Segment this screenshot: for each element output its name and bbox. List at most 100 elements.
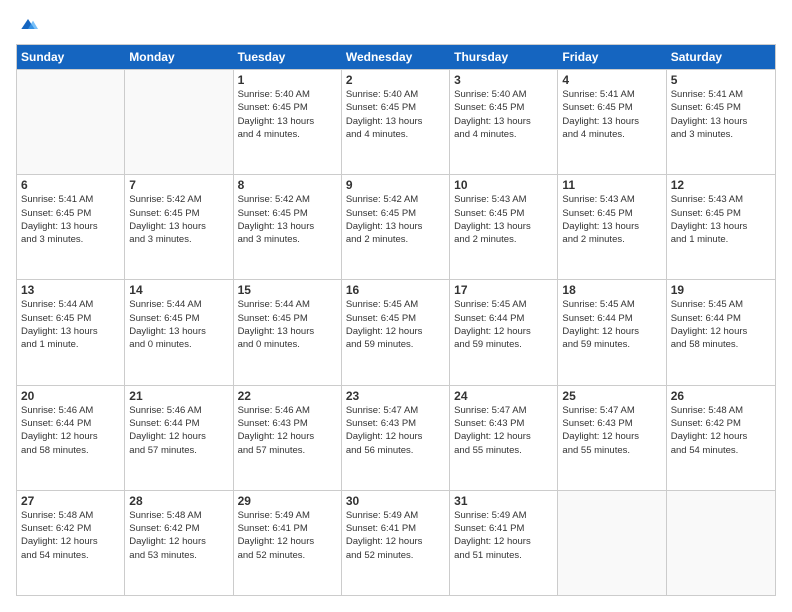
day-info: Sunrise: 5:44 AMSunset: 6:45 PMDaylight:… [21, 298, 120, 351]
day-number: 10 [454, 178, 553, 192]
calendar-cell: 16Sunrise: 5:45 AMSunset: 6:45 PMDayligh… [342, 280, 450, 384]
calendar-cell: 19Sunrise: 5:45 AMSunset: 6:44 PMDayligh… [667, 280, 775, 384]
weekday-header-sunday: Sunday [17, 45, 125, 69]
calendar-cell [558, 491, 666, 595]
page-header [16, 16, 776, 34]
calendar-cell: 5Sunrise: 5:41 AMSunset: 6:45 PMDaylight… [667, 70, 775, 174]
calendar-cell: 26Sunrise: 5:48 AMSunset: 6:42 PMDayligh… [667, 386, 775, 490]
day-number: 26 [671, 389, 771, 403]
calendar-cell: 21Sunrise: 5:46 AMSunset: 6:44 PMDayligh… [125, 386, 233, 490]
day-number: 29 [238, 494, 337, 508]
calendar-cell: 24Sunrise: 5:47 AMSunset: 6:43 PMDayligh… [450, 386, 558, 490]
day-info: Sunrise: 5:43 AMSunset: 6:45 PMDaylight:… [562, 193, 661, 246]
logo-icon [18, 14, 38, 34]
day-info: Sunrise: 5:45 AMSunset: 6:44 PMDaylight:… [562, 298, 661, 351]
calendar-row-5: 27Sunrise: 5:48 AMSunset: 6:42 PMDayligh… [17, 490, 775, 595]
day-number: 27 [21, 494, 120, 508]
calendar-cell: 7Sunrise: 5:42 AMSunset: 6:45 PMDaylight… [125, 175, 233, 279]
calendar-cell: 14Sunrise: 5:44 AMSunset: 6:45 PMDayligh… [125, 280, 233, 384]
day-number: 13 [21, 283, 120, 297]
day-info: Sunrise: 5:42 AMSunset: 6:45 PMDaylight:… [129, 193, 228, 246]
day-info: Sunrise: 5:43 AMSunset: 6:45 PMDaylight:… [454, 193, 553, 246]
day-number: 16 [346, 283, 445, 297]
day-info: Sunrise: 5:42 AMSunset: 6:45 PMDaylight:… [346, 193, 445, 246]
calendar-cell [667, 491, 775, 595]
calendar-cell [125, 70, 233, 174]
day-info: Sunrise: 5:41 AMSunset: 6:45 PMDaylight:… [562, 88, 661, 141]
calendar-cell [17, 70, 125, 174]
calendar-cell: 28Sunrise: 5:48 AMSunset: 6:42 PMDayligh… [125, 491, 233, 595]
calendar-cell: 17Sunrise: 5:45 AMSunset: 6:44 PMDayligh… [450, 280, 558, 384]
weekday-header-monday: Monday [125, 45, 233, 69]
calendar-row-1: 1Sunrise: 5:40 AMSunset: 6:45 PMDaylight… [17, 69, 775, 174]
day-info: Sunrise: 5:45 AMSunset: 6:45 PMDaylight:… [346, 298, 445, 351]
calendar-cell: 18Sunrise: 5:45 AMSunset: 6:44 PMDayligh… [558, 280, 666, 384]
calendar-cell: 9Sunrise: 5:42 AMSunset: 6:45 PMDaylight… [342, 175, 450, 279]
calendar-row-4: 20Sunrise: 5:46 AMSunset: 6:44 PMDayligh… [17, 385, 775, 490]
day-number: 8 [238, 178, 337, 192]
calendar-cell: 27Sunrise: 5:48 AMSunset: 6:42 PMDayligh… [17, 491, 125, 595]
day-info: Sunrise: 5:48 AMSunset: 6:42 PMDaylight:… [671, 404, 771, 457]
calendar-cell: 30Sunrise: 5:49 AMSunset: 6:41 PMDayligh… [342, 491, 450, 595]
day-info: Sunrise: 5:41 AMSunset: 6:45 PMDaylight:… [671, 88, 771, 141]
calendar-cell: 23Sunrise: 5:47 AMSunset: 6:43 PMDayligh… [342, 386, 450, 490]
day-number: 14 [129, 283, 228, 297]
calendar-cell: 20Sunrise: 5:46 AMSunset: 6:44 PMDayligh… [17, 386, 125, 490]
calendar-cell: 3Sunrise: 5:40 AMSunset: 6:45 PMDaylight… [450, 70, 558, 174]
calendar-cell: 12Sunrise: 5:43 AMSunset: 6:45 PMDayligh… [667, 175, 775, 279]
day-info: Sunrise: 5:45 AMSunset: 6:44 PMDaylight:… [454, 298, 553, 351]
calendar-cell: 2Sunrise: 5:40 AMSunset: 6:45 PMDaylight… [342, 70, 450, 174]
weekday-header-saturday: Saturday [667, 45, 775, 69]
day-number: 11 [562, 178, 661, 192]
day-info: Sunrise: 5:48 AMSunset: 6:42 PMDaylight:… [21, 509, 120, 562]
calendar-row-2: 6Sunrise: 5:41 AMSunset: 6:45 PMDaylight… [17, 174, 775, 279]
weekday-header-friday: Friday [558, 45, 666, 69]
day-info: Sunrise: 5:47 AMSunset: 6:43 PMDaylight:… [562, 404, 661, 457]
calendar-cell: 29Sunrise: 5:49 AMSunset: 6:41 PMDayligh… [234, 491, 342, 595]
day-number: 23 [346, 389, 445, 403]
day-number: 18 [562, 283, 661, 297]
day-number: 1 [238, 73, 337, 87]
calendar-cell: 31Sunrise: 5:49 AMSunset: 6:41 PMDayligh… [450, 491, 558, 595]
day-number: 7 [129, 178, 228, 192]
day-info: Sunrise: 5:44 AMSunset: 6:45 PMDaylight:… [129, 298, 228, 351]
day-number: 24 [454, 389, 553, 403]
day-info: Sunrise: 5:46 AMSunset: 6:43 PMDaylight:… [238, 404, 337, 457]
day-info: Sunrise: 5:49 AMSunset: 6:41 PMDaylight:… [346, 509, 445, 562]
day-info: Sunrise: 5:49 AMSunset: 6:41 PMDaylight:… [454, 509, 553, 562]
day-info: Sunrise: 5:46 AMSunset: 6:44 PMDaylight:… [129, 404, 228, 457]
day-number: 9 [346, 178, 445, 192]
day-number: 12 [671, 178, 771, 192]
day-number: 31 [454, 494, 553, 508]
calendar-cell: 4Sunrise: 5:41 AMSunset: 6:45 PMDaylight… [558, 70, 666, 174]
calendar: SundayMondayTuesdayWednesdayThursdayFrid… [16, 44, 776, 596]
day-info: Sunrise: 5:41 AMSunset: 6:45 PMDaylight:… [21, 193, 120, 246]
day-number: 17 [454, 283, 553, 297]
day-info: Sunrise: 5:40 AMSunset: 6:45 PMDaylight:… [238, 88, 337, 141]
day-number: 25 [562, 389, 661, 403]
day-info: Sunrise: 5:47 AMSunset: 6:43 PMDaylight:… [346, 404, 445, 457]
weekday-header-thursday: Thursday [450, 45, 558, 69]
calendar-cell: 1Sunrise: 5:40 AMSunset: 6:45 PMDaylight… [234, 70, 342, 174]
calendar-cell: 11Sunrise: 5:43 AMSunset: 6:45 PMDayligh… [558, 175, 666, 279]
day-number: 28 [129, 494, 228, 508]
logo [16, 16, 38, 34]
day-number: 15 [238, 283, 337, 297]
calendar-cell: 25Sunrise: 5:47 AMSunset: 6:43 PMDayligh… [558, 386, 666, 490]
day-number: 2 [346, 73, 445, 87]
day-number: 21 [129, 389, 228, 403]
day-number: 6 [21, 178, 120, 192]
calendar-body: 1Sunrise: 5:40 AMSunset: 6:45 PMDaylight… [17, 69, 775, 595]
calendar-cell: 6Sunrise: 5:41 AMSunset: 6:45 PMDaylight… [17, 175, 125, 279]
day-number: 4 [562, 73, 661, 87]
calendar-cell: 8Sunrise: 5:42 AMSunset: 6:45 PMDaylight… [234, 175, 342, 279]
calendar-cell: 15Sunrise: 5:44 AMSunset: 6:45 PMDayligh… [234, 280, 342, 384]
day-info: Sunrise: 5:40 AMSunset: 6:45 PMDaylight:… [454, 88, 553, 141]
day-info: Sunrise: 5:47 AMSunset: 6:43 PMDaylight:… [454, 404, 553, 457]
day-number: 30 [346, 494, 445, 508]
calendar-cell: 10Sunrise: 5:43 AMSunset: 6:45 PMDayligh… [450, 175, 558, 279]
weekday-header-tuesday: Tuesday [234, 45, 342, 69]
day-info: Sunrise: 5:46 AMSunset: 6:44 PMDaylight:… [21, 404, 120, 457]
day-info: Sunrise: 5:40 AMSunset: 6:45 PMDaylight:… [346, 88, 445, 141]
day-number: 19 [671, 283, 771, 297]
